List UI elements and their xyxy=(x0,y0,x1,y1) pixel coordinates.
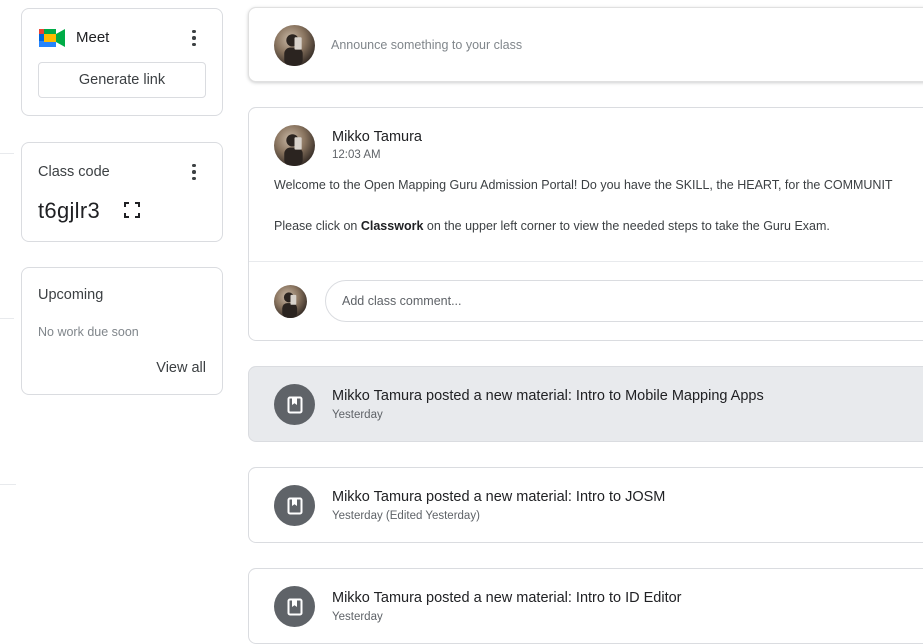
class-code-label: Class code xyxy=(38,164,110,180)
material-date: Yesterday xyxy=(332,409,383,421)
comment-placeholder: Add class comment... xyxy=(342,294,462,308)
upcoming-title: Upcoming xyxy=(38,287,104,303)
book-icon xyxy=(274,586,315,627)
left-edge-divider xyxy=(0,153,14,154)
material-date: Yesterday (Edited Yesterday) xyxy=(332,510,480,522)
google-meet-icon xyxy=(39,29,65,47)
avatar xyxy=(274,125,315,166)
material-title: Mikko Tamura posted a new material: Intr… xyxy=(332,388,764,404)
material-title: Mikko Tamura posted a new material: Intr… xyxy=(332,489,666,505)
post-body-line: Welcome to the Open Mapping Guru Admissi… xyxy=(274,178,893,192)
class-code-card: Class code t6gjlr3 xyxy=(21,142,223,242)
post-text: Please click on xyxy=(274,219,361,233)
book-icon xyxy=(274,485,315,526)
book-icon xyxy=(274,384,315,425)
post-time: 12:03 AM xyxy=(332,149,381,161)
classwork-link-text: Classwork xyxy=(360,219,424,233)
material-title: Mikko Tamura posted a new material: Intr… xyxy=(332,590,682,606)
material-post[interactable]: Mikko Tamura posted a new material: Intr… xyxy=(248,467,923,543)
announce-input[interactable]: Announce something to your class xyxy=(331,38,522,52)
generate-link-button[interactable]: Generate link xyxy=(38,62,206,98)
post-text: on the upper left corner to view the nee… xyxy=(423,219,830,233)
upcoming-card: Upcoming No work due soon View all xyxy=(21,267,223,395)
material-post[interactable]: Mikko Tamura posted a new material: Intr… xyxy=(248,366,923,442)
meet-card: Meet Generate link xyxy=(21,8,223,116)
announcement-post: Mikko Tamura 12:03 AM Welcome to the Ope… xyxy=(248,107,923,341)
material-post[interactable]: Mikko Tamura posted a new material: Intr… xyxy=(248,568,923,644)
view-all-link[interactable]: View all xyxy=(156,360,206,376)
announce-card[interactable]: Announce something to your class xyxy=(248,7,923,82)
post-divider xyxy=(249,261,923,262)
material-date: Yesterday xyxy=(332,611,383,623)
more-vert-icon[interactable] xyxy=(184,28,204,48)
more-vert-icon[interactable] xyxy=(184,162,204,182)
class-code-value: t6gjlr3 xyxy=(38,198,101,223)
avatar xyxy=(274,285,307,318)
upcoming-empty-text: No work due soon xyxy=(38,325,139,339)
post-body-line: Please click on Classwork on the upper l… xyxy=(274,219,830,233)
avatar xyxy=(274,25,315,66)
fullscreen-icon[interactable] xyxy=(123,201,141,219)
meet-title: Meet xyxy=(76,29,110,46)
left-edge-divider xyxy=(0,318,14,319)
left-edge-divider xyxy=(0,484,16,485)
class-comment-input[interactable]: Add class comment... xyxy=(325,280,923,322)
post-author: Mikko Tamura xyxy=(332,129,422,145)
